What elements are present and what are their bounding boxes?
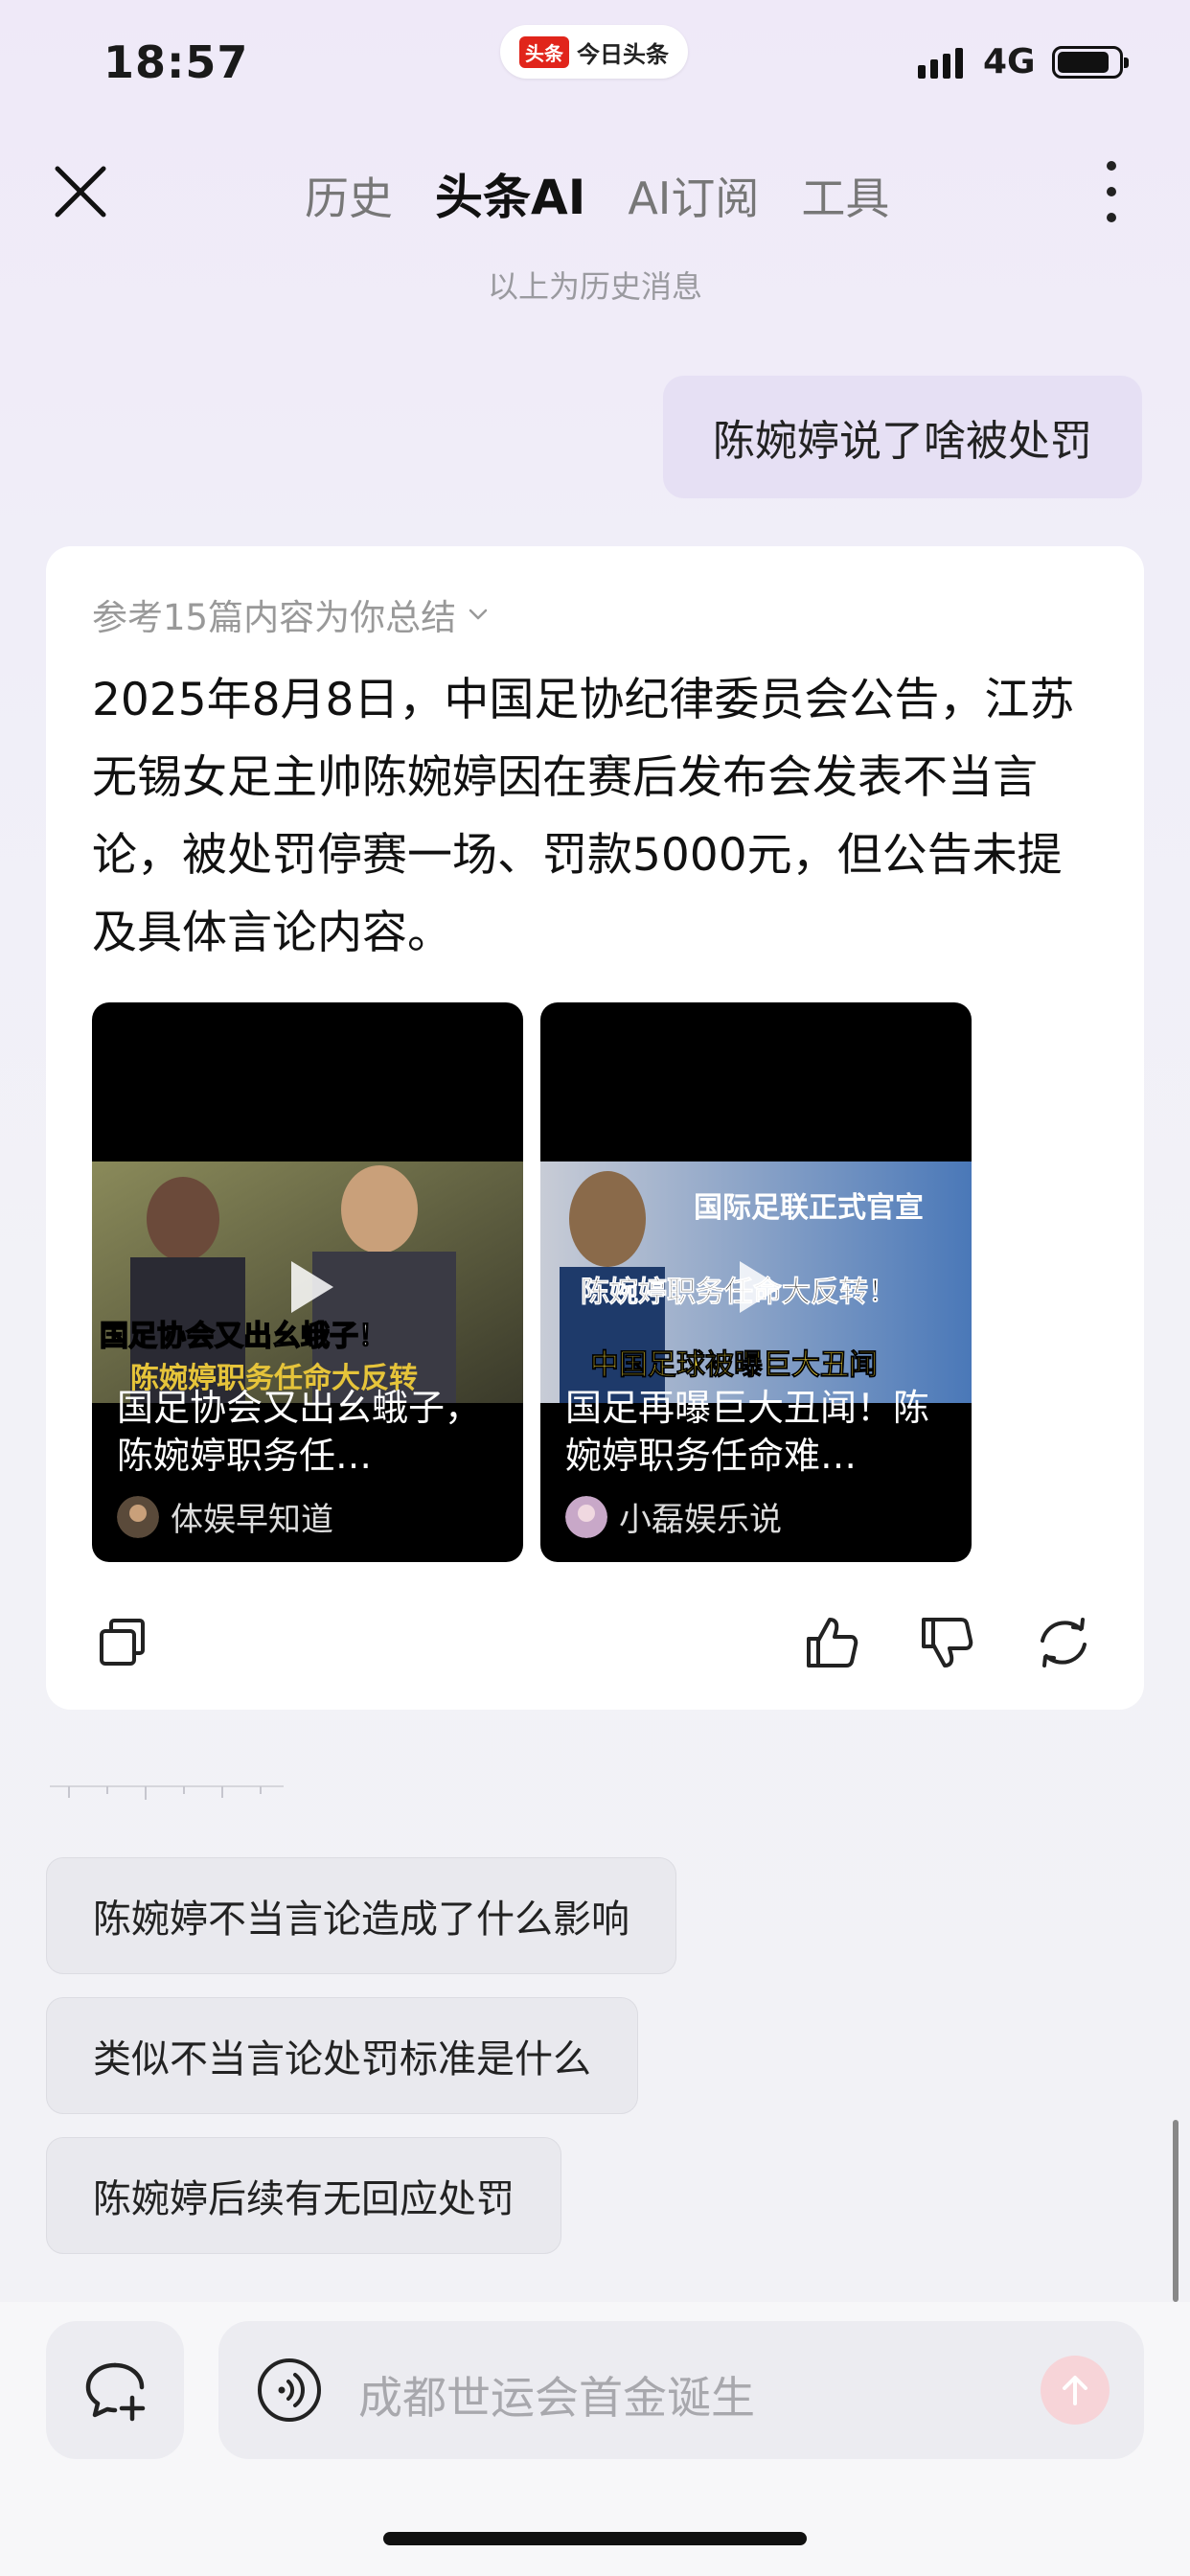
thumbs-up-icon[interactable] <box>801 1612 862 1673</box>
new-chat-icon <box>85 2362 146 2422</box>
close-icon[interactable] <box>50 161 111 222</box>
thumb-overlay-text: 国足协会又出幺蛾子！ <box>100 1320 387 1353</box>
history-note: 以上为历史消息 <box>487 268 702 305</box>
answer-card: 参考15篇内容为你总结 2025年8月8日，中国足协纪律委员会公告，江苏无锡女足… <box>46 546 1144 1710</box>
app-badge-name: 今日头条 <box>577 40 669 68</box>
app-badge[interactable]: 头条 今日头条 <box>500 25 688 79</box>
video-caption: 国足再曝巨大丑闻！陈婉婷职务任命难… <box>565 1387 930 1477</box>
input-placeholder: 成都世运会首金诞生 <box>358 2372 755 2424</box>
home-indicator[interactable] <box>383 2532 807 2545</box>
tab-tools[interactable]: 工具 <box>801 164 889 227</box>
status-time: 18:57 <box>103 36 249 88</box>
answer-text: 2025年8月8日，中国足协纪律委员会公告，江苏无锡女足主帅陈婉婷因在赛后发布会… <box>92 674 1075 959</box>
thumbs-down-icon[interactable] <box>916 1612 977 1673</box>
send-button[interactable] <box>1041 2356 1110 2425</box>
play-icon[interactable] <box>274 1254 341 1321</box>
suggestion-chip[interactable]: 陈婉婷后续有无回应处罚 <box>46 2137 561 2254</box>
tab-ai-subscribe[interactable]: AI订阅 <box>628 164 759 227</box>
video-source-name: 小磊娱乐说 <box>619 1501 782 1539</box>
video-caption: 国足协会又出幺蛾子，陈婉婷职务任… <box>117 1387 482 1477</box>
suggestion-chip[interactable]: 类似不当言论处罚标准是什么 <box>46 1997 638 2114</box>
suggestion-chip[interactable]: 陈婉婷不当言论造成了什么影响 <box>46 1857 676 1974</box>
video-source-name: 体娱早知道 <box>171 1501 333 1539</box>
message-input[interactable]: 成都世运会首金诞生 <box>218 2321 1144 2459</box>
video-source[interactable]: 小磊娱乐说 <box>565 1493 782 1540</box>
regenerate-icon[interactable] <box>1033 1612 1094 1673</box>
new-chat-button[interactable] <box>46 2321 184 2459</box>
tab-toutiao-ai[interactable]: 头条AI <box>435 159 585 228</box>
thumb-overlay-sub2: 中国足球被曝巨大丑闻 <box>590 1348 878 1382</box>
battery-icon <box>1052 46 1129 79</box>
video-source[interactable]: 体娱早知道 <box>117 1493 333 1540</box>
user-message-bubble: 陈婉婷说了啥被处罚 <box>663 376 1142 498</box>
reference-toggle[interactable]: 参考15篇内容为你总结 <box>92 588 491 640</box>
avatar <box>565 1495 607 1538</box>
scrollbar[interactable] <box>1173 2120 1179 2302</box>
toutiao-logo-icon: 头条 <box>519 35 569 68</box>
thumb-overlay-text: 国际足联正式官宣 <box>694 1191 924 1225</box>
video-card[interactable]: 国足协会又出幺蛾子！ 陈婉婷职务任命大反转 国足协会又出幺蛾子，陈婉婷职务任… … <box>92 1002 523 1562</box>
more-icon[interactable] <box>1102 161 1121 222</box>
loading-indicator <box>50 1785 284 1800</box>
voice-input-icon[interactable] <box>255 2356 324 2425</box>
arrow-up-icon <box>1063 2376 1087 2405</box>
avatar <box>117 1495 159 1538</box>
chevron-down-icon <box>469 609 488 620</box>
copy-icon[interactable] <box>92 1612 153 1673</box>
play-icon[interactable] <box>722 1254 790 1321</box>
tab-history[interactable]: 历史 <box>305 164 393 227</box>
video-card[interactable]: 国际足联正式官宣 陈婉婷职务任命大反转！ 中国足球被曝巨大丑闻 国足再曝巨大丑闻… <box>540 1002 972 1562</box>
signal-icon <box>918 48 963 79</box>
top-tabs: 历史 头条AI AI订阅 工具 <box>305 159 889 228</box>
network-type: 4G <box>983 42 1036 81</box>
reference-label: 参考15篇内容为你总结 <box>92 597 457 638</box>
